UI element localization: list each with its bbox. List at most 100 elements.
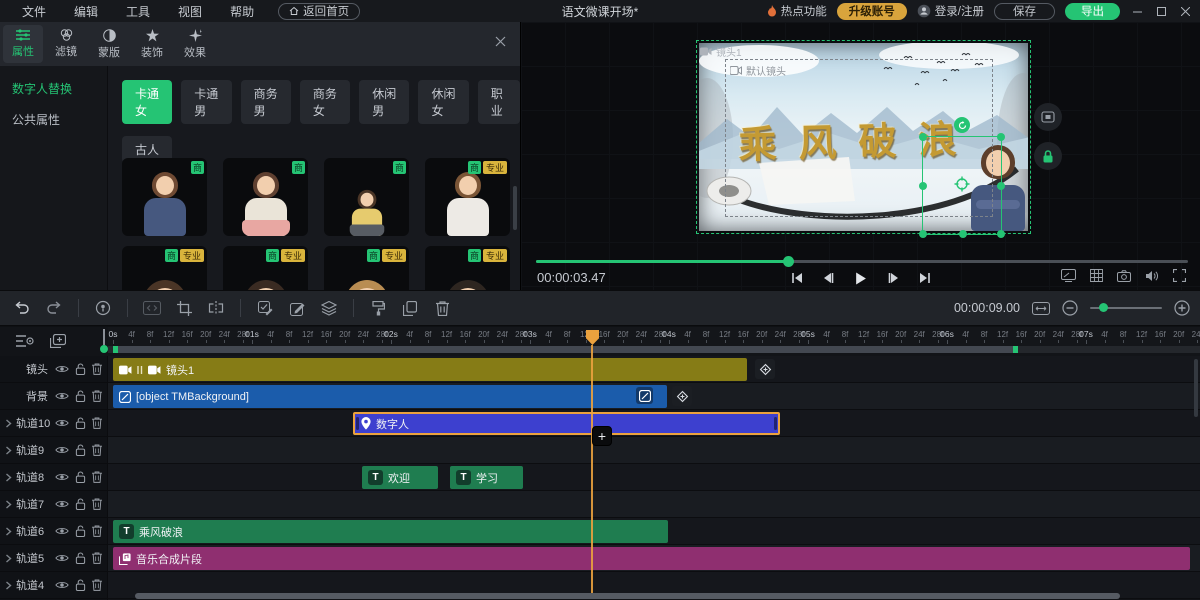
code-embed-button[interactable] xyxy=(139,297,165,319)
track-delete-icon[interactable] xyxy=(92,552,102,564)
preview-progress-bar[interactable] xyxy=(536,256,1188,266)
track-delete-icon[interactable] xyxy=(92,444,102,456)
avatar-card[interactable]: 商专业 xyxy=(425,158,510,236)
zoom-in-icon[interactable] xyxy=(1174,300,1190,316)
track-lock-icon[interactable] xyxy=(75,363,86,375)
format-brush-button[interactable] xyxy=(365,297,391,319)
grid-icon[interactable] xyxy=(1090,269,1103,282)
resize-handle[interactable] xyxy=(919,182,927,190)
redo-button[interactable] xyxy=(41,297,67,319)
track-visibility-icon[interactable] xyxy=(55,499,69,509)
expand-chevron-icon[interactable] xyxy=(0,581,16,590)
track-lane-轨道8[interactable] xyxy=(0,464,1200,491)
track-lock-icon[interactable] xyxy=(75,552,86,564)
menu-item-4[interactable]: 帮助 xyxy=(216,3,268,20)
expand-chevron-icon[interactable] xyxy=(0,554,16,563)
avatar-card[interactable]: 商 xyxy=(223,158,308,236)
track-delete-icon[interactable] xyxy=(92,417,102,429)
add-at-playhead-button[interactable]: + xyxy=(592,426,612,446)
undo-button[interactable] xyxy=(9,297,35,319)
header-resize-marker[interactable] xyxy=(99,329,109,353)
fullscreen-icon[interactable] xyxy=(1173,269,1186,282)
video-frame-selection[interactable]: 乘风破浪 镜头1 默认镜头 xyxy=(696,40,1031,234)
track-lane-轨道7[interactable] xyxy=(0,491,1200,518)
sidebar-item-0[interactable]: 数字人替换 xyxy=(0,66,107,97)
avatar-card[interactable]: 商专业 xyxy=(122,246,207,290)
track-visibility-icon[interactable] xyxy=(55,526,69,536)
track-lock-icon[interactable] xyxy=(75,498,86,510)
expand-chevron-icon[interactable] xyxy=(0,473,16,482)
category-chip[interactable]: 卡通男 xyxy=(181,80,231,124)
clip-音乐合成片段[interactable]: 音乐合成片段 xyxy=(113,547,1190,570)
menu-item-0[interactable]: 文件 xyxy=(8,3,60,20)
clip-欢迎[interactable]: T欢迎 xyxy=(362,466,438,489)
track-delete-icon[interactable] xyxy=(92,471,102,483)
track-delete-icon[interactable] xyxy=(92,363,102,375)
menu-item-2[interactable]: 工具 xyxy=(112,3,164,20)
resize-handle[interactable] xyxy=(959,230,967,238)
track-lock-icon[interactable] xyxy=(75,579,86,591)
volume-icon[interactable] xyxy=(1145,270,1159,282)
resize-handle[interactable] xyxy=(919,133,927,141)
add-transition-icon[interactable] xyxy=(755,359,775,379)
lock-button[interactable] xyxy=(1034,142,1062,170)
avatar-card[interactable]: 商专业 xyxy=(324,246,409,290)
back-home-button[interactable]: 返回首页 xyxy=(278,3,360,20)
delete-button[interactable] xyxy=(429,297,455,319)
track-visibility-icon[interactable] xyxy=(55,445,69,455)
category-chip[interactable]: 休闲男 xyxy=(359,80,409,124)
upgrade-account-button[interactable]: 升级账号 xyxy=(837,3,907,20)
track-lock-icon[interactable] xyxy=(75,444,86,456)
copy-button[interactable] xyxy=(397,297,423,319)
screen-toggle-icon[interactable] xyxy=(1061,269,1076,282)
avatar-card[interactable]: 商 xyxy=(122,158,207,236)
category-chip[interactable]: 休闲女 xyxy=(418,80,468,124)
track-lock-icon[interactable] xyxy=(75,390,86,402)
avatar-card[interactable]: 商专业 xyxy=(223,246,308,290)
sidebar-item-1[interactable]: 公共属性 xyxy=(0,97,107,128)
tab-decoration[interactable]: 装饰 xyxy=(132,25,172,63)
progress-knob[interactable] xyxy=(783,256,794,267)
resize-handle[interactable] xyxy=(997,133,1005,141)
track-delete-icon[interactable] xyxy=(92,498,102,510)
clip-学习[interactable]: T学习 xyxy=(450,466,523,489)
track-lock-icon[interactable] xyxy=(75,471,86,483)
track-visibility-icon[interactable] xyxy=(55,364,69,374)
range-handle[interactable] xyxy=(1013,346,1018,353)
edit-pen-button[interactable] xyxy=(284,297,310,319)
expand-chevron-icon[interactable] xyxy=(0,446,16,455)
clip-trim-handle[interactable] xyxy=(774,417,777,430)
layers-button[interactable] xyxy=(316,297,342,319)
track-lock-icon[interactable] xyxy=(75,417,86,429)
tab-effects[interactable]: 效果 xyxy=(175,25,215,63)
clip-数字人[interactable]: 数字人 xyxy=(353,412,780,435)
timeline-v-scrollbar[interactable] xyxy=(1194,359,1198,417)
tab-properties[interactable]: 属性 xyxy=(3,25,43,63)
category-chip[interactable]: 商务男 xyxy=(241,80,291,124)
track-visibility-icon[interactable] xyxy=(55,580,69,590)
keyframe-anchor-button[interactable] xyxy=(90,297,116,319)
avatar-card[interactable]: 商专业 xyxy=(425,246,510,290)
expand-chevron-icon[interactable] xyxy=(0,500,16,509)
track-manager-icon[interactable] xyxy=(16,334,34,348)
track-delete-icon[interactable] xyxy=(92,390,102,402)
rotate-handle[interactable] xyxy=(954,117,970,133)
menu-item-3[interactable]: 视图 xyxy=(164,3,216,20)
category-chip[interactable]: 卡通女 xyxy=(122,80,172,124)
select-edit-button[interactable] xyxy=(252,297,278,319)
avatar-card[interactable]: 商 xyxy=(324,158,409,236)
expand-chevron-icon[interactable] xyxy=(0,419,16,428)
pivot-anchor-icon[interactable] xyxy=(955,176,970,191)
zoom-out-icon[interactable] xyxy=(1062,300,1078,316)
zoom-slider-knob[interactable] xyxy=(1099,303,1108,312)
clip-乘风破浪[interactable]: T乘风破浪 xyxy=(113,520,668,543)
menu-item-1[interactable]: 编辑 xyxy=(60,3,112,20)
skip-start-button[interactable] xyxy=(787,268,807,288)
hot-features-button[interactable]: 热点功能 xyxy=(767,3,827,19)
add-transition-icon[interactable] xyxy=(672,386,692,406)
category-chip[interactable]: 职业 xyxy=(478,80,520,124)
expand-chevron-icon[interactable] xyxy=(0,527,16,536)
timeline-ruler[interactable]: 0s4f8f12f16f20f24f28f01s4f8f12f16f20f24f… xyxy=(0,327,1200,346)
next-frame-button[interactable] xyxy=(883,268,903,288)
crop-button[interactable] xyxy=(171,297,197,319)
